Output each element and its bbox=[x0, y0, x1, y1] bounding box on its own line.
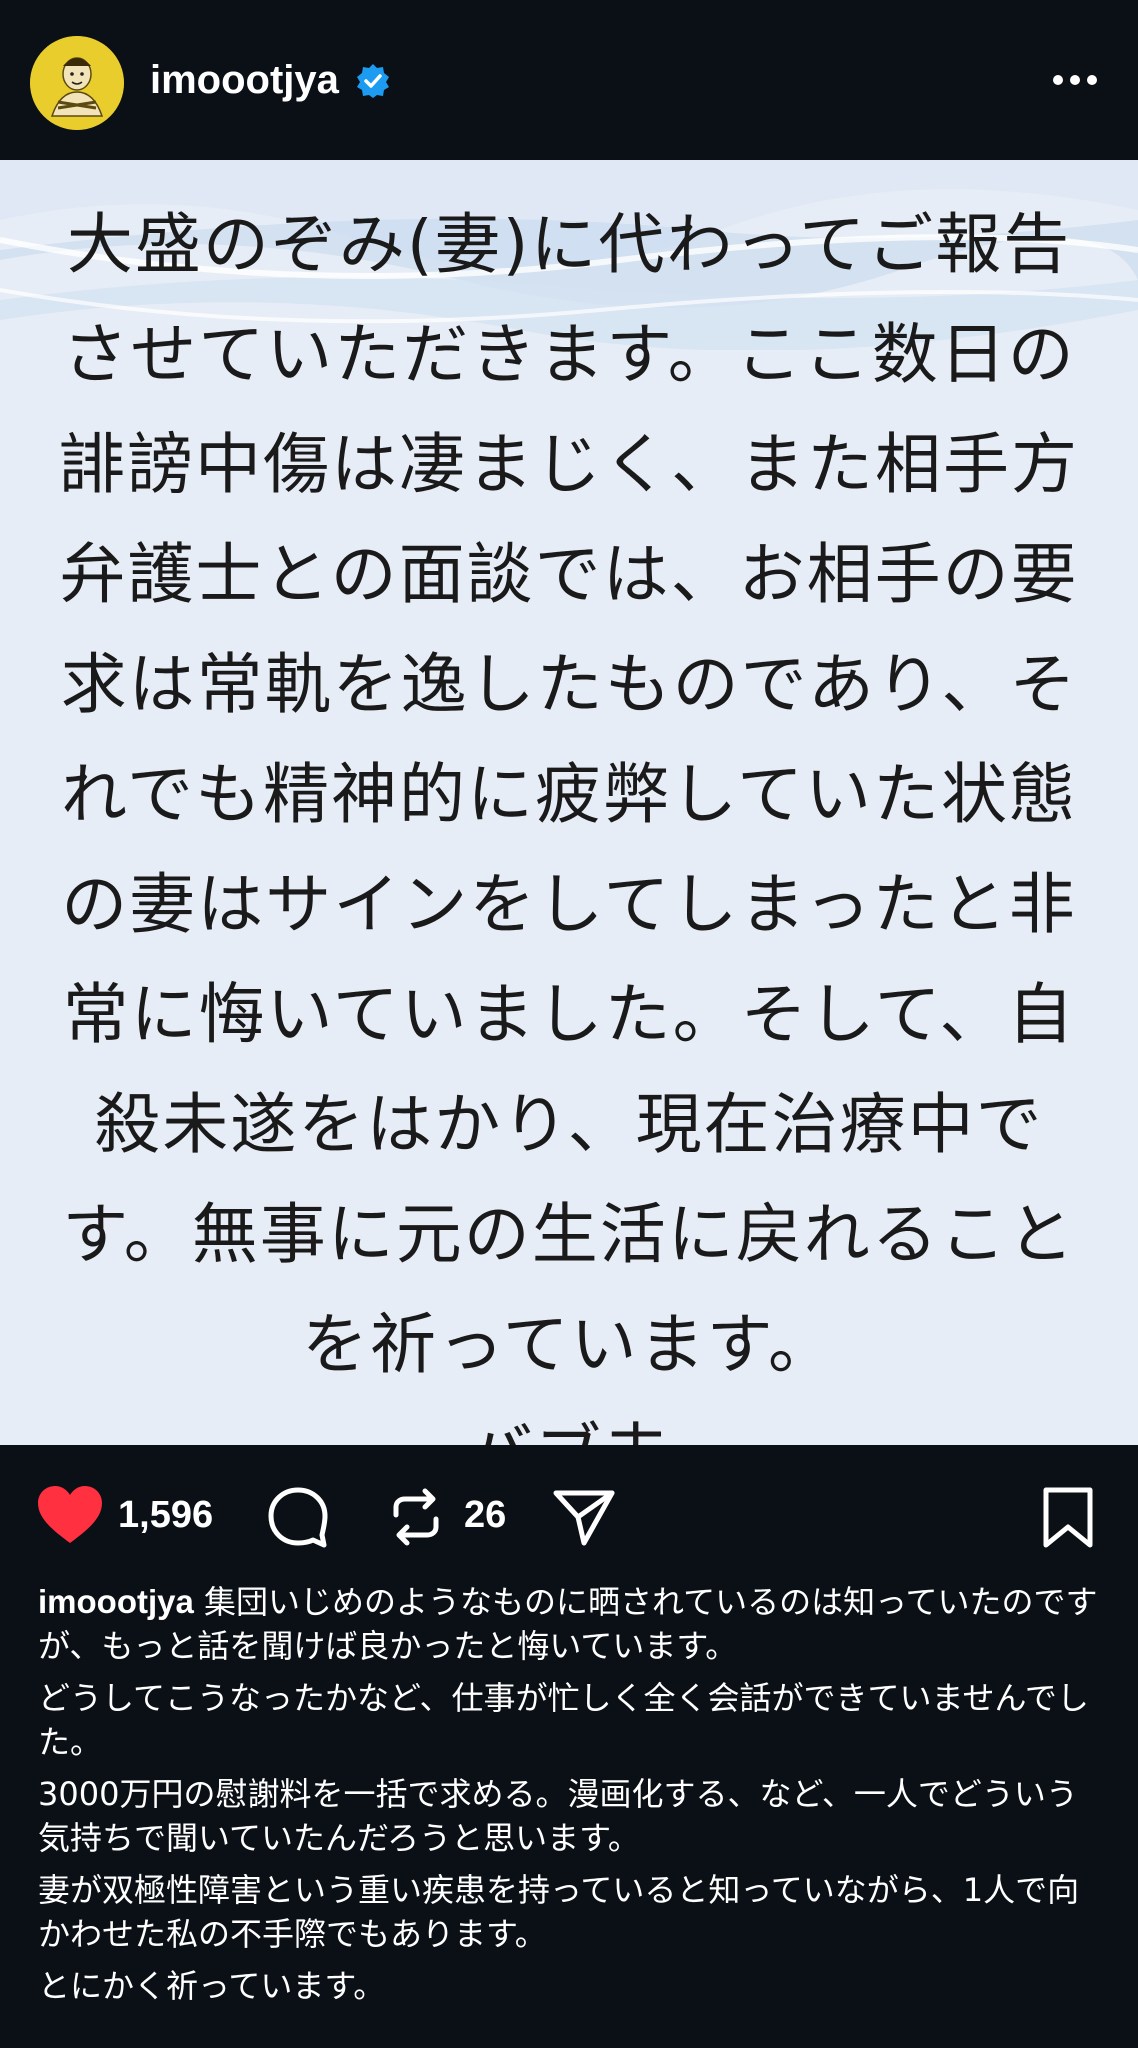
avatar[interactable] bbox=[30, 36, 124, 130]
post-image[interactable]: 大盛のぞみ(妻)に代わってご報告 させていただきます。ここ数日の 誹謗中傷は凄ま… bbox=[0, 160, 1138, 1445]
post-header: imoootjya bbox=[0, 0, 1138, 160]
caption-text: 集団いじめのようなものに晒されているのは知っていたのですが、もっと話を聞けば良か… bbox=[38, 1583, 1098, 1665]
caption-paragraph: とにかく祈っています。 bbox=[38, 1967, 386, 2005]
caption-username[interactable]: imoootjya bbox=[38, 1583, 194, 1620]
caption: imoootjya 集団いじめのようなものに晒されているのは知っていたのですが、… bbox=[38, 1580, 1108, 2016]
caption-paragraph: どうしてこうなったかなど、仕事が忙しく全く会話ができていませんでした。 bbox=[38, 1679, 1089, 1761]
action-bar: 1,596 26 bbox=[0, 1445, 1138, 1585]
heart-filled-icon[interactable] bbox=[34, 1483, 106, 1547]
verified-badge-icon bbox=[357, 64, 389, 98]
send-icon[interactable] bbox=[552, 1487, 616, 1547]
caption-paragraph: 妻が双極性障害という重い疾患を持っていると知っていながら、1人で向かわせた私の不… bbox=[38, 1871, 1080, 1953]
post-text: 大盛のぞみ(妻)に代わってご報告 させていただきます。ここ数日の 誹謗中傷は凄ま… bbox=[59, 206, 1079, 1445]
bookmark-icon[interactable] bbox=[1040, 1485, 1096, 1551]
comment-icon[interactable] bbox=[266, 1485, 330, 1549]
avatar-illustration-icon bbox=[30, 36, 124, 130]
more-horizontal-icon[interactable] bbox=[1048, 60, 1102, 100]
caption-paragraph: imoootjya 集団いじめのようなものに晒されているのは知っていたのですが、… bbox=[38, 1580, 1108, 1668]
post-view: imoootjya 大盛のぞみ(妻)に代わってご報告 させていただきます。ここ数… bbox=[0, 0, 1138, 2048]
repost-count[interactable]: 26 bbox=[464, 1490, 506, 1540]
caption-paragraph: 3000万円の慰謝料を一括で求める。漫画化する、など、一人でどういう気持ちで聞い… bbox=[38, 1775, 1078, 1857]
repost-icon[interactable] bbox=[386, 1487, 446, 1547]
like-count[interactable]: 1,596 bbox=[118, 1490, 213, 1540]
username[interactable]: imoootjya bbox=[150, 55, 339, 105]
